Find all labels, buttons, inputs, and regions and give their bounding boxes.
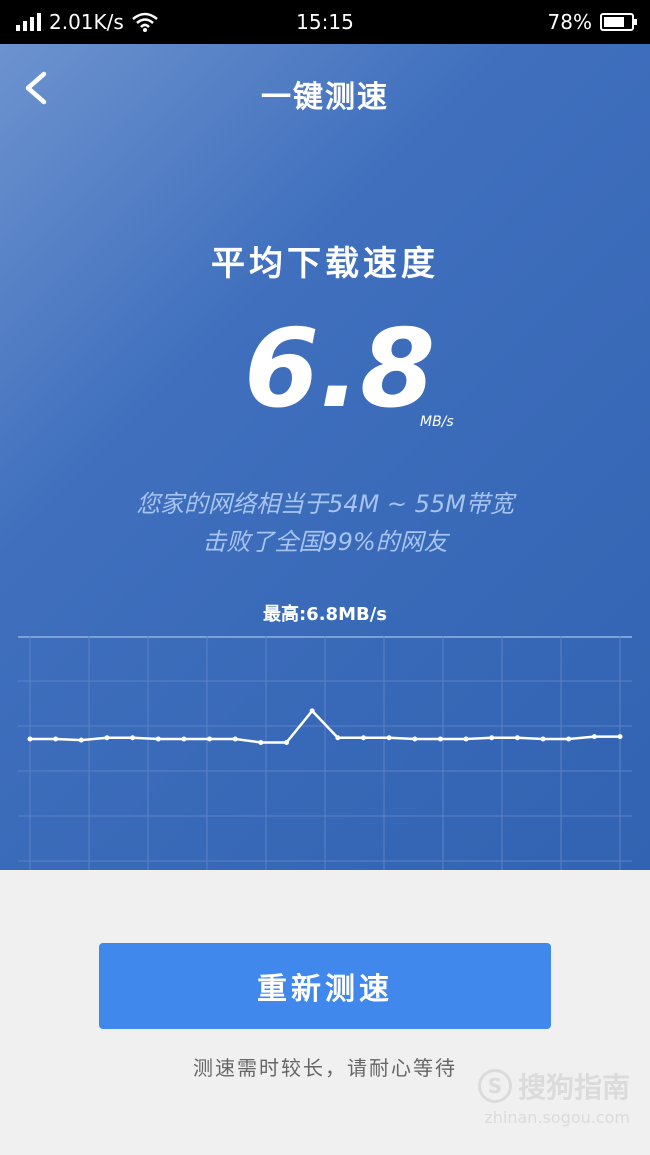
chart-point — [258, 739, 264, 745]
chart-point — [155, 736, 161, 742]
battery-text: 78% — [547, 10, 592, 34]
speed-value: 6.8 — [244, 307, 436, 432]
chart-point — [207, 736, 213, 742]
page-title: 一键测速 — [261, 80, 389, 115]
chart-point — [540, 736, 546, 742]
watermark-brand: 搜狗指南 — [517, 1071, 630, 1104]
watermark-logo-row: S 搜狗指南 — [477, 1066, 630, 1106]
chart-point — [232, 736, 238, 742]
sogou-watermark: S 搜狗指南 zhinan.sogou.com — [477, 1066, 630, 1127]
chart-point — [78, 737, 84, 743]
chart-point — [437, 736, 443, 742]
battery-fill — [604, 17, 625, 27]
chart-point — [360, 735, 366, 741]
sogou-logo-icon: S — [477, 1069, 512, 1103]
chart-point — [591, 734, 597, 740]
speed-line-chart — [18, 636, 632, 870]
chart-point — [386, 735, 392, 741]
chart-point — [284, 739, 290, 745]
watermark-url: zhinan.sogou.com — [484, 1108, 630, 1127]
chart-point — [514, 735, 520, 741]
chart-point — [309, 708, 315, 714]
bandwidth-text: 您家的网络相当于54M ~ 55M带宽 — [136, 490, 514, 518]
rank-text: 击败了全国99%的网友 — [202, 528, 448, 556]
chart-point — [489, 735, 495, 741]
max-speed-label: 最高:6.8MB/s — [262, 604, 387, 625]
chart-point — [27, 736, 33, 742]
chart-point — [412, 736, 418, 742]
speed-test-panel: 一键测速 平均下载速度 6.8 MB/s 您家的网络相当于54M ~ 55M带宽… — [0, 44, 650, 870]
retest-button[interactable]: 重新测速 — [99, 943, 551, 1029]
chart-point — [130, 735, 136, 741]
chart-point — [566, 736, 572, 742]
average-speed-label: 平均下载速度 — [211, 244, 439, 284]
battery-icon — [600, 13, 637, 31]
speed-unit: MB/s — [420, 414, 454, 430]
chart-point — [181, 736, 187, 742]
chart-point — [617, 734, 623, 740]
status-right: 78% — [547, 10, 637, 34]
chart-point — [53, 736, 59, 742]
status-bar: 2.01K/s 15:15 78% — [0, 0, 650, 44]
chart-point — [463, 736, 469, 742]
chart-point — [104, 735, 110, 741]
chart-point — [335, 735, 341, 741]
